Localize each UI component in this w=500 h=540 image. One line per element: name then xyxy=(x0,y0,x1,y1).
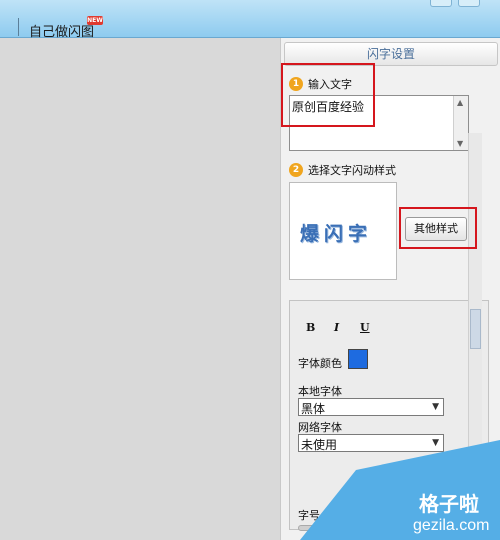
canvas-area xyxy=(0,38,280,540)
style-preview[interactable]: 爆闪字 xyxy=(289,182,397,280)
font-color-label: 字体颜色 xyxy=(298,357,342,370)
web-font-select[interactable]: 未使用 ▼ xyxy=(298,434,444,452)
web-font-value: 未使用 xyxy=(301,438,338,452)
web-font-label: 网络字体 xyxy=(298,421,342,434)
text-input-scrollbar[interactable]: ▲ ▼ xyxy=(453,96,468,150)
italic-button[interactable]: I xyxy=(334,321,339,334)
scroll-up-icon[interactable]: ▲ xyxy=(457,98,463,107)
local-font-value: 黑体 xyxy=(301,402,326,416)
underline-button[interactable]: U xyxy=(360,321,370,334)
top-bar: 自己做闪图 NEW xyxy=(0,0,500,40)
watermark-brand: 格子啦 xyxy=(419,494,479,516)
font-color-swatch[interactable] xyxy=(348,349,368,369)
step-2-label: 选择文字闪动样式 xyxy=(308,164,396,177)
minimize-button[interactable] xyxy=(430,0,452,7)
preview-text: 爆闪字 xyxy=(300,223,373,245)
local-font-select[interactable]: 黑体 ▼ xyxy=(298,398,444,416)
bold-button[interactable]: B xyxy=(306,321,315,334)
chevron-down-icon: ▼ xyxy=(432,402,439,412)
highlight-box-input xyxy=(281,63,375,127)
scroll-down-icon[interactable]: ▼ xyxy=(457,139,463,148)
scrollbar-thumb[interactable] xyxy=(470,309,481,349)
new-badge: NEW xyxy=(87,16,103,25)
watermark-url: gezila.com xyxy=(413,517,490,534)
step-2: 2 选择文字闪动样式 xyxy=(289,162,396,178)
local-font-label: 本地字体 xyxy=(298,385,342,398)
toolbar-separator xyxy=(18,18,19,36)
step-2-icon: 2 xyxy=(289,163,303,177)
highlight-box-button xyxy=(399,207,477,249)
chevron-down-icon: ▼ xyxy=(432,438,439,448)
close-button[interactable] xyxy=(458,0,480,7)
